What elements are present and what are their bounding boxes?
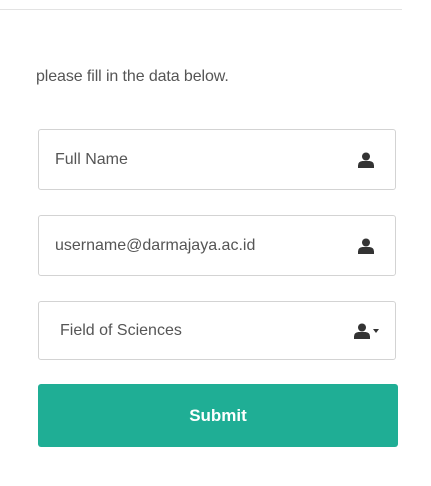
field-of-sciences-selected[interactable]: Field of Sciences (39, 302, 395, 359)
top-divider (0, 9, 402, 10)
form-instructions: please fill in the data below. (36, 68, 229, 85)
user-dropdown-icon[interactable] (353, 322, 381, 340)
submit-button[interactable]: Submit (38, 384, 398, 447)
full-name-field (38, 129, 396, 190)
email-input[interactable] (39, 216, 395, 275)
field-of-sciences-select[interactable]: Field of Sciences (38, 301, 396, 360)
full-name-input[interactable] (39, 130, 395, 189)
user-icon (358, 238, 374, 254)
user-icon (358, 152, 374, 168)
email-field (38, 215, 396, 276)
